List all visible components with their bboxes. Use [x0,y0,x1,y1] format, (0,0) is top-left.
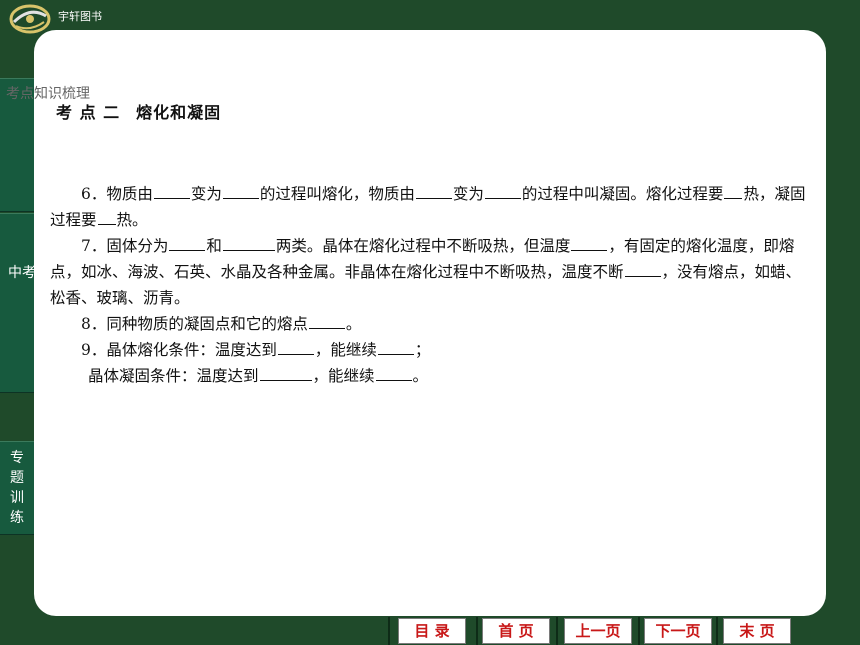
item-9-solidify: 晶体凝固条件：温度达到 ，能继续 。 [50,363,810,389]
top-bar: 宇轩图书 [0,0,860,34]
text: 6．物质由 [81,185,153,203]
toc-button[interactable]: 目 录 [398,618,466,644]
blank [222,234,275,251]
text: 热。 [116,211,148,229]
text: ，能继续 [314,341,377,359]
text: 变为 [190,185,222,203]
content-body: 6．物质由 变为 的过程叫熔化，物质由 变为 的过程中叫凝固。熔化过程要 热，凝固过程要热… [50,181,810,389]
nav-divider [556,617,558,645]
nav-divider [638,617,640,645]
blank [222,182,259,199]
text: 7．固体分为 [81,237,169,255]
next-page-button[interactable]: 下一页 [644,618,712,644]
text: 和 [206,237,222,255]
sidebar-tab-practice-label: 专题训练 [10,450,24,526]
item-7: 7．固体分为和两类。晶体在熔化过程中不断吸热，但温度 ，有固定的熔化温度，即熔点，… [50,233,810,311]
text: 8．同种物质的凝固点和它的熔点 [81,315,308,333]
blank [624,260,661,277]
sidebar-tab-exam[interactable]: 中考 [0,213,36,393]
blank [153,182,190,199]
prev-page-button[interactable]: 上一页 [564,618,632,644]
bottom-nav: 目 录 首 页 上一页 下一页 末 页 [388,617,860,645]
text: 的过程中叫凝固。熔化过程要 [521,185,724,203]
text: ； [414,341,431,359]
blank [308,312,345,329]
blank [415,182,452,199]
blank [375,364,412,381]
text: ，能继续 [312,367,375,385]
blank [377,338,414,355]
last-page-button[interactable]: 末 页 [723,618,791,644]
blank [277,338,314,355]
sidebar-tab-practice[interactable]: 专题训练 [0,441,34,535]
nav-divider [476,617,478,645]
home-button[interactable]: 首 页 [482,618,550,644]
nav-divider [388,617,390,645]
title-prefix: 考 点 二 [56,103,121,122]
text: 变为 [452,185,484,203]
blank [169,234,206,251]
text: 晶体凝固条件：温度达到 [88,367,259,385]
sidebar-tab-exam-label: 中考 [8,265,36,281]
page-title: 考 点 二熔化和凝固 [56,99,221,123]
text: 。 [345,315,362,333]
item-9: 9．晶体熔化条件：温度达到 ，能继续 ； [50,337,810,363]
item-8: 8．同种物质的凝固点和它的熔点 。 [50,311,810,337]
text: 9．晶体熔化条件：温度达到 [81,341,277,359]
brand-name: 宇轩图书 [58,10,102,23]
blank [484,182,521,199]
publisher-logo-icon [9,4,51,34]
blank [571,234,608,251]
blank [97,208,116,225]
text: 两类。晶体在熔化过程中不断吸热，但温度 [275,237,571,255]
nav-divider [716,617,718,645]
blank [259,364,312,381]
item-6: 6．物质由 变为 的过程叫熔化，物质由 变为 的过程中叫凝固。熔化过程要 热，凝固过程要热… [50,181,810,233]
text: 。 [412,367,429,385]
title-main: 熔化和凝固 [136,103,222,122]
blank [724,182,743,199]
text: 的过程叫熔化，物质由 [259,185,415,203]
